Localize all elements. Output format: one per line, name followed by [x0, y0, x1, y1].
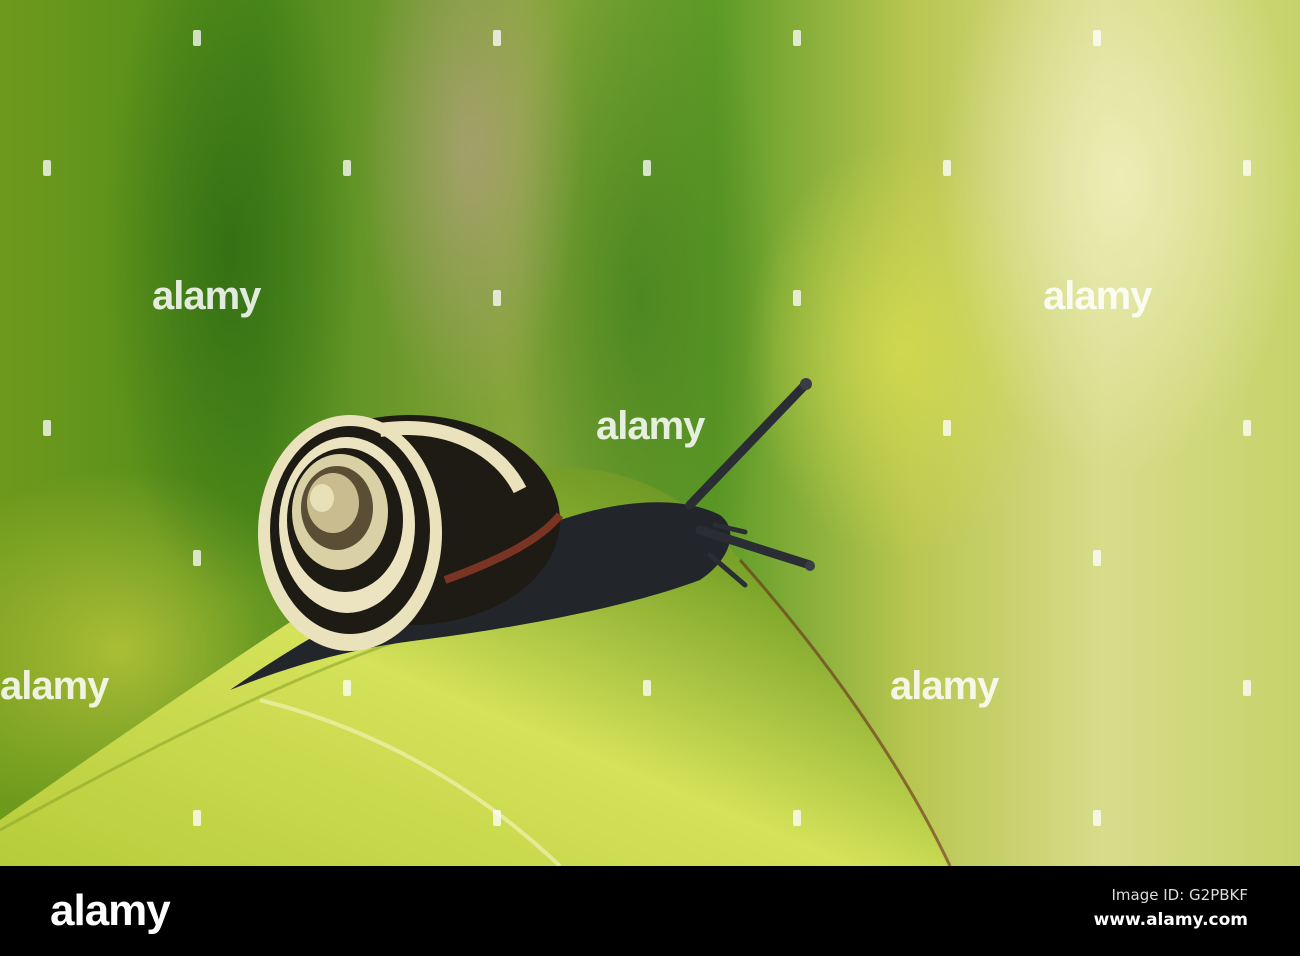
watermark: alamy: [0, 664, 109, 708]
watermark-mark: [793, 30, 801, 46]
watermark-mark: [343, 160, 351, 176]
watermark-mark: [43, 420, 51, 436]
watermark-mark: [1093, 550, 1101, 566]
photo: alamy alamy alamy alamy alamy: [0, 0, 1300, 866]
watermark-mark: [43, 160, 51, 176]
watermark: alamy: [596, 404, 705, 448]
watermark: alamy: [152, 274, 261, 318]
watermark: alamy: [890, 664, 999, 708]
watermark-mark: [193, 550, 201, 566]
image-id: Image ID: G2PBKF: [1111, 886, 1248, 904]
watermark-mark: [1093, 810, 1101, 826]
watermark-mark: [1243, 420, 1251, 436]
watermark-mark: [793, 810, 801, 826]
watermark-mark: [193, 810, 201, 826]
watermark-mark: [493, 290, 501, 306]
watermark: alamy: [1043, 274, 1152, 318]
watermark-mark: [1243, 680, 1251, 696]
footer-bar: alamy Image ID: G2PBKF www.alamy.com: [0, 866, 1300, 956]
watermark-mark: [643, 680, 651, 696]
watermark-mark: [343, 680, 351, 696]
watermark-mark: [1093, 30, 1101, 46]
watermark-mark: [193, 30, 201, 46]
watermark-mark: [943, 160, 951, 176]
watermark-mark: [943, 420, 951, 436]
alamy-logo: alamy: [50, 886, 171, 935]
watermark-mark: [493, 30, 501, 46]
watermark-mark: [643, 160, 651, 176]
watermark-mark: [493, 810, 501, 826]
watermark-mark: [793, 290, 801, 306]
watermark-mark: [1243, 160, 1251, 176]
site-url: www.alamy.com: [1093, 910, 1248, 930]
